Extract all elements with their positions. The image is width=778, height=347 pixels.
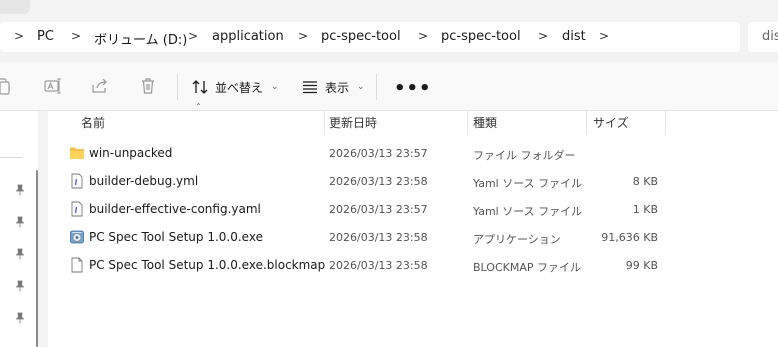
sort-label: 並べ替え [215,80,264,95]
pin-icon[interactable] [14,184,26,196]
file-name: builder-debug.yml [89,174,199,188]
pane-gap [38,111,48,347]
toolbar-divider [376,74,377,100]
installer-exe-icon [69,229,85,245]
chevron-right-icon[interactable]: > [14,29,24,43]
file-size: 99 KB [625,259,658,272]
column-header-name[interactable]: 名前 [81,114,105,131]
file-list: ˆ 名前 更新日時 種類 サイズ win-unpacked 2026/03/13… [48,103,778,347]
breadcrumb-pc-spec-tool-sub[interactable]: pc-spec-tool [441,29,521,44]
share-icon[interactable] [90,76,110,96]
sort-icon [192,80,208,94]
breadcrumb[interactable]: > PC > ボリューム (D:) > application > pc-spe… [0,22,740,52]
column-divider[interactable] [467,111,468,135]
pin-icon[interactable] [14,312,26,324]
file-type: ファイル フォルダー [473,149,576,162]
file-row[interactable]: PC Spec Tool Setup 1.0.0.exe 2026/03/13 … [48,223,778,251]
view-label: 表示 [325,80,350,95]
file-name: win-unpacked [89,146,173,160]
chevron-right-icon[interactable]: > [188,29,198,43]
toolbar-divider [177,74,178,100]
search-input[interactable]: dis [748,22,778,52]
more-options-button[interactable]: ••• [394,78,432,99]
file-size: 1 KB [632,203,658,216]
view-button[interactable]: 表示 ⌄ [301,74,365,100]
file-size: 91,636 KB [601,231,658,244]
sort-button[interactable]: 並べ替え ⌄ [191,74,279,100]
file-name: PC Spec Tool Setup 1.0.0.exe.blockmap [89,258,326,272]
chevron-right-icon[interactable]: > [418,29,428,43]
column-divider[interactable] [324,111,325,135]
breadcrumb-pc[interactable]: PC [37,29,54,44]
file-modified: 2026/03/13 23:58 [329,231,428,244]
command-bar: 並べ替え ⌄ 表示 ⌄ ••• [0,62,778,111]
breadcrumb-pc-spec-tool[interactable]: pc-spec-tool [321,29,401,44]
file-type: アプリケーション [473,233,561,246]
address-bar: > PC > ボリューム (D:) > application > pc-spe… [0,14,778,62]
chevron-right-icon[interactable]: > [298,29,308,43]
file-row[interactable]: builder-debug.yml 2026/03/13 23:58 Yaml … [48,167,778,195]
file-type: Yaml ソース ファイル [473,205,583,218]
column-header-type[interactable]: 種類 [473,114,497,131]
yaml-file-icon [69,173,85,189]
column-header-size[interactable]: サイズ [593,114,629,131]
file-modified: 2026/03/13 23:57 [329,203,428,216]
breadcrumb-volume-d[interactable]: ボリューム (D:) [94,29,187,48]
file-modified: 2026/03/13 23:57 [329,147,428,160]
copy-icon[interactable] [0,76,12,96]
breadcrumb-dist[interactable]: dist [562,29,586,44]
file-modified: 2026/03/13 23:58 [329,175,428,188]
pin-icon[interactable] [14,248,26,260]
column-headers: 名前 更新日時 種類 サイズ [48,111,778,135]
chevron-down-icon: ⌄ [271,82,279,92]
file-row[interactable]: win-unpacked 2026/03/13 23:57 ファイル フォルダー [48,139,778,167]
folder-icon [69,145,85,161]
tab-edge[interactable] [0,0,30,14]
rename-icon[interactable] [43,76,63,96]
file-row[interactable]: builder-effective-config.yaml 2026/03/13… [48,195,778,223]
file-type: BLOCKMAP ファイル [473,261,581,274]
search-placeholder: dis [762,29,778,44]
chevron-down-icon: ⌄ [357,82,365,92]
file-type: Yaml ソース ファイル [473,177,583,190]
yaml-file-icon [69,201,85,217]
delete-icon[interactable] [138,76,158,96]
file-size: 8 KB [632,175,658,188]
file-name: PC Spec Tool Setup 1.0.0.exe [89,230,263,244]
window-top-strip [0,0,778,14]
file-modified: 2026/03/13 23:58 [329,259,428,272]
nav-divider [0,157,22,158]
file-name: builder-effective-config.yaml [89,202,261,216]
file-row[interactable]: PC Spec Tool Setup 1.0.0.exe.blockmap 20… [48,251,778,279]
breadcrumb-application[interactable]: application [212,29,284,44]
chevron-right-icon[interactable]: > [599,29,609,43]
view-list-icon [303,81,317,94]
chevron-right-icon[interactable]: > [538,29,548,43]
pin-icon[interactable] [14,216,26,228]
navigation-pane [0,111,38,347]
generic-file-icon [69,257,85,273]
pin-icon[interactable] [14,280,26,292]
column-divider[interactable] [665,111,666,135]
column-header-modified[interactable]: 更新日時 [329,114,377,131]
column-divider[interactable] [586,111,587,135]
chevron-right-icon[interactable]: > [71,29,81,43]
